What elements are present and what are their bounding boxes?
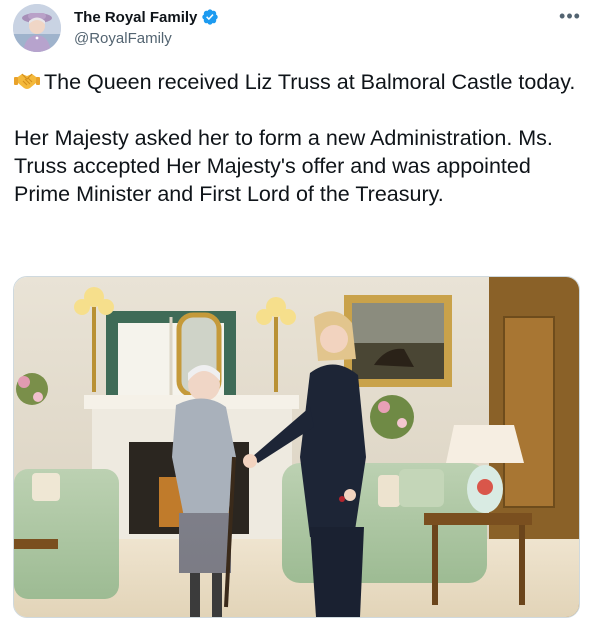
tweet-paragraph-2: Her Majesty asked her to form a new Admi… xyxy=(14,126,559,206)
account-name-row[interactable]: The Royal Family xyxy=(74,8,219,26)
tweet-text: The Queen received Liz Truss at Balmoral… xyxy=(14,68,584,208)
avatar-photo-icon xyxy=(13,4,61,52)
tweet-paragraph-1-text: The Queen received Liz Truss at Balmoral… xyxy=(44,70,576,94)
avatar[interactable] xyxy=(13,4,61,52)
handshake-emoji-icon xyxy=(14,73,40,89)
more-options-button[interactable]: ••• xyxy=(556,4,584,28)
tweet-photo[interactable] xyxy=(13,276,580,618)
tweet-paragraph-1: The Queen received Liz Truss at Balmoral… xyxy=(14,68,584,96)
handle[interactable]: @RoyalFamily xyxy=(74,30,172,47)
tweet[interactable]: The Royal Family @RoyalFamily ••• The Qu… xyxy=(0,0,600,618)
more-options-label: ••• xyxy=(559,6,581,26)
verified-badge-icon xyxy=(202,9,219,25)
display-name[interactable]: The Royal Family xyxy=(74,9,197,26)
photo-handshake-drawing-room-icon xyxy=(14,277,579,617)
